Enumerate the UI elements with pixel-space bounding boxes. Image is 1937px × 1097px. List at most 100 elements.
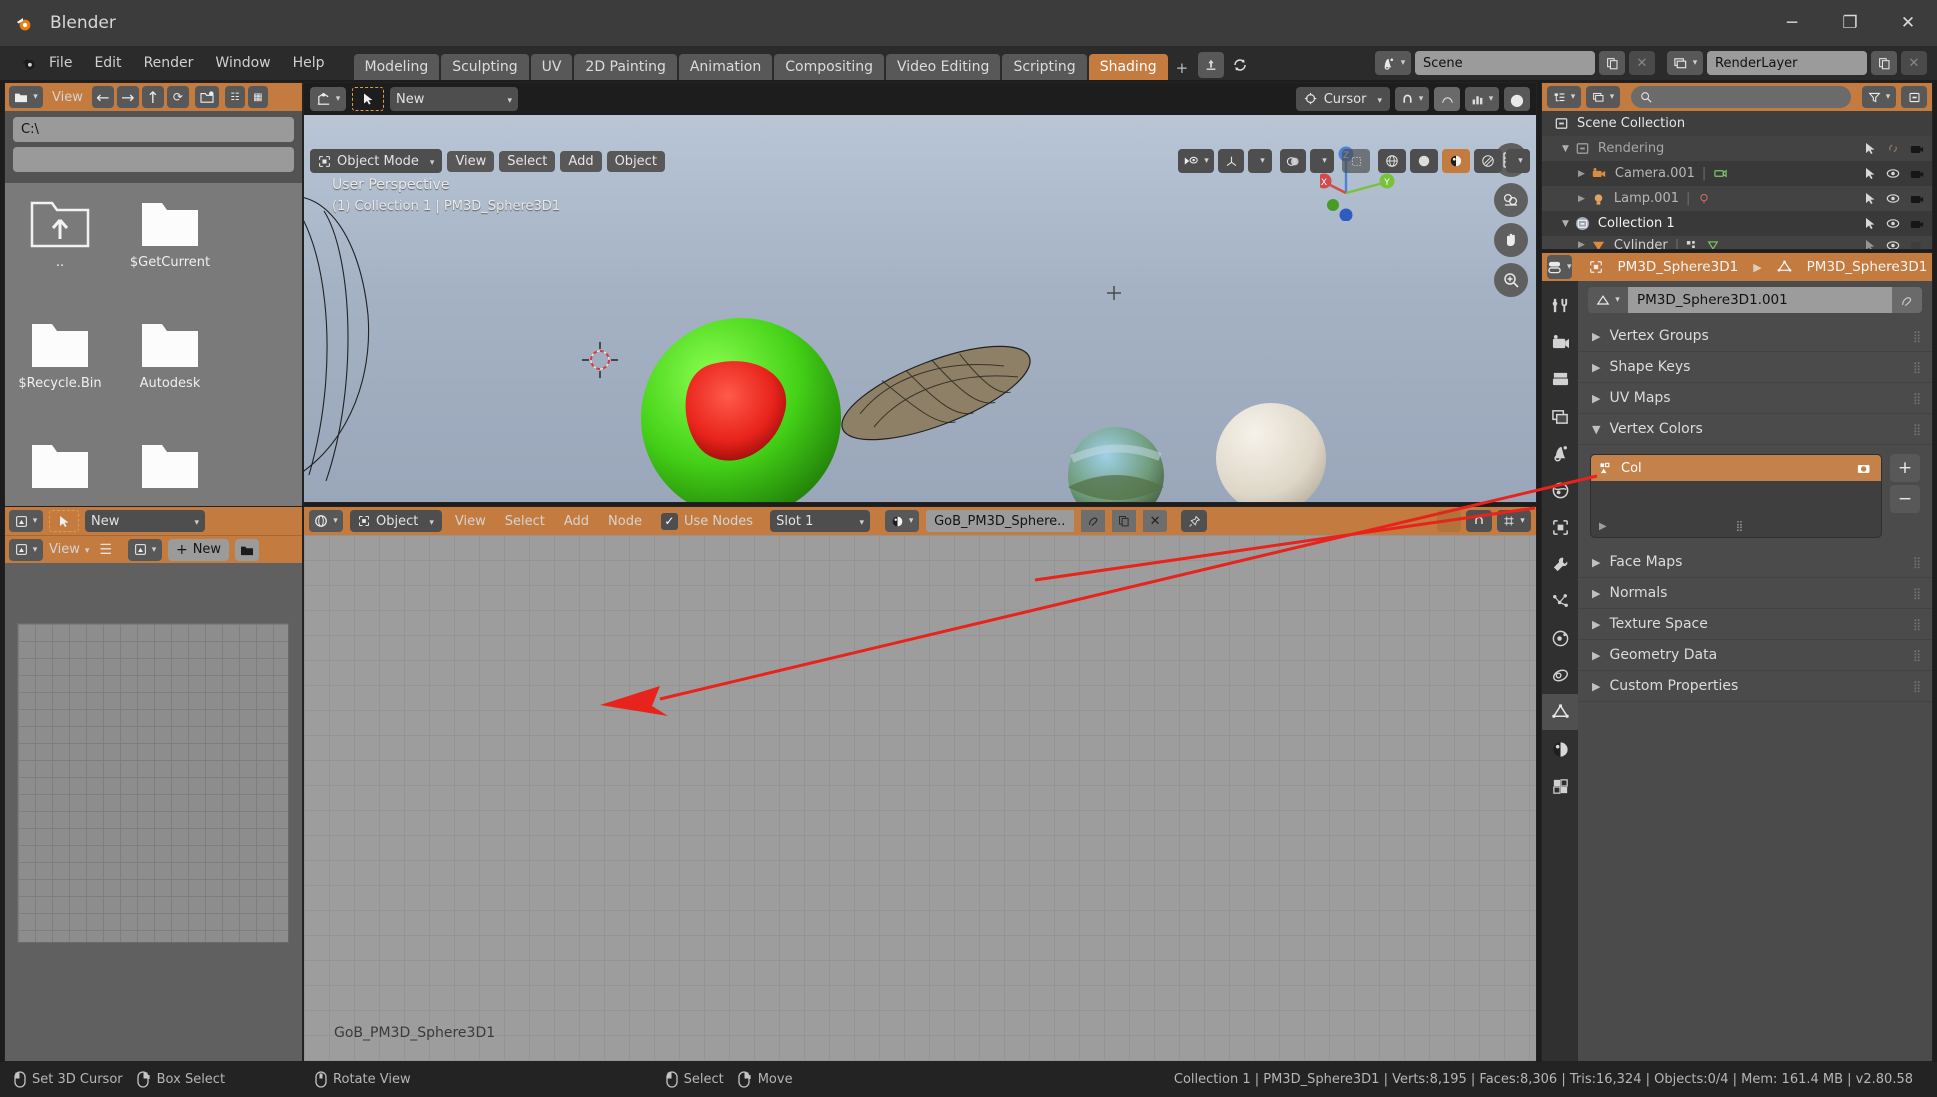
overlays-dropdown-icon[interactable] bbox=[1310, 149, 1334, 173]
properties-panel-normals[interactable]: ▶ Normals ⣿ bbox=[1578, 578, 1932, 609]
viewport-menu-add[interactable]: Add bbox=[560, 151, 601, 172]
display-mode-list-icon[interactable]: ☷ bbox=[225, 86, 245, 108]
editor-type-icon[interactable] bbox=[310, 87, 346, 111]
eye-icon[interactable] bbox=[1886, 218, 1900, 229]
gizmo-dropdown-icon[interactable] bbox=[1248, 149, 1272, 173]
grip-dots-icon[interactable]: ⣿ bbox=[1913, 618, 1922, 631]
properties-panel-texture-space[interactable]: ▶ Texture Space ⣿ bbox=[1578, 609, 1932, 640]
select-cursor-icon[interactable] bbox=[1865, 167, 1876, 180]
more-options-icon[interactable]: ● bbox=[1504, 87, 1530, 111]
properties-tab-scene[interactable] bbox=[1542, 435, 1578, 471]
workspace-tab-2d-painting[interactable]: 2D Painting bbox=[574, 54, 676, 80]
eye-icon[interactable] bbox=[1886, 193, 1900, 204]
grip-dots-icon[interactable]: ⣿ bbox=[1913, 680, 1922, 693]
camera-icon[interactable] bbox=[1910, 168, 1924, 180]
breadcrumb-object[interactable]: PM3D_Sphere3D1 bbox=[1618, 259, 1739, 275]
gizmo-icon[interactable] bbox=[1218, 149, 1244, 173]
file-view-menu[interactable]: View bbox=[46, 90, 89, 105]
filter-icon[interactable] bbox=[1862, 86, 1896, 108]
parent-dir-icon[interactable]: ↑ bbox=[142, 86, 164, 108]
viewlayer-browse-icon[interactable] bbox=[1667, 51, 1703, 75]
shading-solid-icon[interactable] bbox=[1410, 149, 1438, 173]
disclosure-triangle-icon[interactable]: ▶ bbox=[1578, 194, 1585, 204]
shader-type-dropdown[interactable]: Object bbox=[350, 510, 442, 532]
snap-magnet-icon[interactable] bbox=[1466, 510, 1492, 532]
grip-dots-icon[interactable]: ⣿ bbox=[1913, 587, 1922, 600]
properties-tab-modifiers[interactable] bbox=[1542, 546, 1578, 582]
editor-type-icon[interactable] bbox=[9, 510, 43, 532]
editor-type-icon[interactable] bbox=[309, 510, 343, 532]
properties-tab-texture[interactable] bbox=[1542, 768, 1578, 804]
camera-icon[interactable] bbox=[1910, 239, 1924, 249]
properties-panel-shape-keys[interactable]: ▶ Shape Keys ⣿ bbox=[1578, 352, 1932, 383]
browse-mesh-icon[interactable] bbox=[1588, 287, 1628, 313]
refresh-dir-icon[interactable]: ⟳ bbox=[167, 86, 189, 108]
grip-dots-icon[interactable]: ⣿ bbox=[1913, 423, 1922, 436]
camera-icon[interactable] bbox=[1910, 143, 1924, 155]
outliner-row-cylinder[interactable]: ▶ Cylinder | bbox=[1542, 236, 1932, 249]
blender-menu-icon[interactable] bbox=[20, 54, 38, 72]
falloff-dropdown-icon[interactable] bbox=[1465, 87, 1499, 111]
new-collection-icon[interactable] bbox=[1901, 86, 1927, 108]
file-item-recyclebin[interactable]: $Recycle.Bin bbox=[5, 308, 115, 429]
select-cursor-icon[interactable] bbox=[1865, 217, 1876, 230]
select-cursor-icon[interactable] bbox=[1865, 192, 1876, 205]
mesh-datablock-row[interactable]: PM3D_Sphere3D1.001 bbox=[1578, 287, 1932, 313]
editor-type-icon[interactable] bbox=[1547, 86, 1581, 108]
image-browse-icon[interactable] bbox=[128, 539, 162, 561]
interaction-mode-dropdown[interactable]: Object Mode bbox=[310, 149, 442, 173]
properties-tab-material[interactable] bbox=[1542, 731, 1578, 767]
disclosure-triangle-icon[interactable]: ▶ bbox=[1578, 169, 1585, 179]
new-viewlayer-icon[interactable] bbox=[1871, 51, 1897, 75]
shading-wireframe-icon[interactable] bbox=[1378, 149, 1406, 173]
grip-dots-icon[interactable]: ⣿ bbox=[1736, 521, 1744, 532]
disclosure-triangle-icon[interactable]: ▶ bbox=[1592, 556, 1600, 569]
proportional-edit-icon[interactable] bbox=[1434, 87, 1460, 111]
outliner-tree[interactable]: Scene Collection ▼ Rendering ▶ Camera.00… bbox=[1542, 111, 1932, 249]
properties-tab-strip[interactable] bbox=[1542, 281, 1578, 1061]
material-browse-icon[interactable] bbox=[885, 510, 919, 532]
disclosure-triangle-icon[interactable]: ▶ bbox=[1592, 361, 1600, 374]
forward-arrow-icon[interactable]: → bbox=[117, 86, 139, 108]
tool-settings-dropdown[interactable]: New bbox=[390, 87, 518, 111]
shader-menu-view[interactable]: View bbox=[449, 514, 492, 529]
workspace-tab-sculpting[interactable]: Sculpting bbox=[441, 54, 528, 80]
workspace-tab-modeling[interactable]: Modeling bbox=[354, 54, 440, 80]
directory-path-input[interactable]: C:\ bbox=[13, 117, 294, 142]
display-mode-thumb-icon[interactable]: ▦ bbox=[248, 86, 268, 108]
editor-type-icon[interactable] bbox=[1547, 255, 1572, 279]
disclosure-triangle-icon[interactable]: ▼ bbox=[1592, 423, 1600, 436]
properties-tab-render[interactable] bbox=[1542, 324, 1578, 360]
new-directory-icon[interactable] bbox=[195, 86, 219, 108]
viewport-menu-view[interactable]: View bbox=[447, 151, 494, 172]
eye-icon[interactable] bbox=[1886, 240, 1900, 250]
file-browser-list[interactable]: .. $GetCurrent $Recycle.Bin Autodesk bbox=[5, 183, 302, 508]
file-item-getcurrent[interactable]: $GetCurrent bbox=[115, 187, 225, 308]
pin-icon[interactable] bbox=[1181, 510, 1207, 532]
camera-object-data-icon[interactable] bbox=[1713, 167, 1728, 180]
mesh-data-icon[interactable] bbox=[1706, 239, 1720, 249]
disclosure-triangle-icon[interactable]: ▶ bbox=[1592, 392, 1600, 405]
properties-panel-vertex-groups[interactable]: ▶ Vertex Groups ⣿ bbox=[1578, 321, 1932, 352]
close-button[interactable]: ✕ bbox=[1879, 0, 1937, 46]
add-workspace-button[interactable]: + bbox=[1170, 59, 1197, 80]
transform-pivot-dropdown[interactable]: Cursor bbox=[1296, 87, 1390, 111]
outliner-row-lamp[interactable]: ▶ Lamp.001 | bbox=[1542, 186, 1932, 211]
disclosure-triangle-icon[interactable]: ▶ bbox=[1599, 521, 1607, 532]
viewport-menu-select[interactable]: Select bbox=[499, 151, 555, 172]
back-arrow-icon[interactable]: ← bbox=[92, 86, 114, 108]
material-slot-dropdown[interactable]: Slot 1 bbox=[770, 510, 870, 532]
properties-panel-uv-maps[interactable]: ▶ UV Maps ⣿ bbox=[1578, 383, 1932, 414]
use-nodes-checkbox[interactable]: ✓ bbox=[661, 513, 678, 530]
properties-tab-constraints[interactable] bbox=[1542, 657, 1578, 693]
list-expand-row[interactable]: ▶ ⣿ bbox=[1591, 515, 1881, 537]
properties-tab-view-layer[interactable] bbox=[1542, 398, 1578, 434]
properties-body[interactable]: PM3D_Sphere3D1.001 ▶ Vertex Groups ⣿ ▶ S… bbox=[1578, 281, 1932, 1061]
outliner-row-collection-1[interactable]: ▼ Collection 1 bbox=[1542, 211, 1932, 236]
menu-help[interactable]: Help bbox=[282, 55, 336, 71]
workspace-tab-video-editing[interactable]: Video Editing bbox=[886, 54, 1000, 80]
grip-dots-icon[interactable]: ⣿ bbox=[1913, 556, 1922, 569]
disclosure-triangle-icon[interactable]: ▶ bbox=[1592, 330, 1600, 343]
eye-icon[interactable] bbox=[1886, 168, 1900, 179]
disclosure-triangle-icon[interactable]: ▼ bbox=[1562, 219, 1569, 229]
